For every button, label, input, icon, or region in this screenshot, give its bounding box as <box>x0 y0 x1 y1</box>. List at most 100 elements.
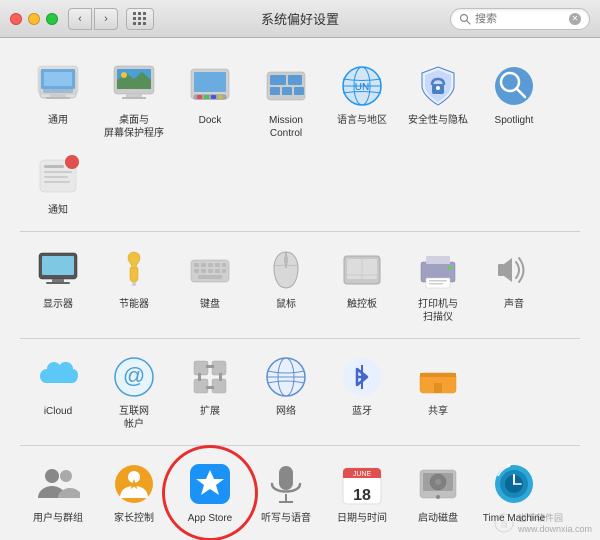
pref-sound[interactable]: 声音 <box>476 240 552 330</box>
pref-icloud[interactable]: iCloud <box>20 347 96 437</box>
search-input[interactable] <box>475 13 569 25</box>
pref-trackpad[interactable]: 触控板 <box>324 240 400 330</box>
accounts-icon: @ <box>110 353 158 401</box>
security-label: 安全性与隐私 <box>408 114 468 127</box>
sharing-label: 共享 <box>428 405 448 418</box>
search-clear-button[interactable]: ✕ <box>569 13 581 25</box>
parental-icon: ★ <box>110 460 158 508</box>
general-icon <box>34 62 82 110</box>
users-label: 用户与群组 <box>33 512 83 525</box>
sharing-icon <box>414 353 462 401</box>
search-box[interactable]: ✕ <box>450 8 590 30</box>
pref-dictation[interactable]: 听写与语音 <box>248 454 324 531</box>
watermark-site: 当下软件园 <box>518 511 592 524</box>
pref-security[interactable]: 安全性与隐私 <box>400 56 476 146</box>
back-button[interactable]: ‹ <box>68 8 92 30</box>
window-title: 系统偏好设置 <box>261 9 339 28</box>
users-icon <box>34 460 82 508</box>
pref-network[interactable]: 网络 <box>248 347 324 437</box>
search-icon <box>459 13 471 25</box>
dock-icon <box>186 62 234 110</box>
minimize-button[interactable] <box>28 13 40 25</box>
spotlight-icon <box>490 62 538 110</box>
display-icon <box>34 246 82 294</box>
grid-icon <box>133 12 147 26</box>
mission-label: MissionControl <box>269 114 303 140</box>
printer-label: 打印机与扫描仪 <box>418 298 458 324</box>
pref-energy[interactable]: 节能器 <box>96 240 172 330</box>
keyboard-label: 键盘 <box>200 298 220 311</box>
security-icon <box>414 62 462 110</box>
pref-users[interactable]: 用户与群组 <box>20 454 96 531</box>
pref-startup[interactable]: 启动磁盘 <box>400 454 476 531</box>
pref-datetime[interactable]: 18 JUNE 日期与时间 <box>324 454 400 531</box>
bluetooth-icon <box>338 353 386 401</box>
hardware-section: 显示器 节能器 <box>20 232 580 339</box>
network-icon <box>262 353 310 401</box>
dictation-label: 听写与语音 <box>261 512 311 525</box>
internet-section: iCloud @ 互联网帐户 <box>20 339 580 446</box>
pref-mission[interactable]: MissionControl <box>248 56 324 146</box>
svg-text:18: 18 <box>353 487 371 504</box>
general-label: 通用 <box>48 114 68 127</box>
pref-notification[interactable]: 通知 <box>20 146 96 223</box>
pref-accounts[interactable]: @ 互联网帐户 <box>96 347 172 437</box>
dictation-icon <box>262 460 310 508</box>
trackpad-label: 触控板 <box>347 298 377 311</box>
pref-parental[interactable]: ★ 家长控制 <box>96 454 172 531</box>
pref-accessibility[interactable]: 辅助功能 <box>20 531 96 540</box>
mouse-label: 鼠标 <box>276 298 296 311</box>
timemachine-icon <box>490 460 538 508</box>
spotlight-label: Spotlight <box>495 114 534 127</box>
printer-icon <box>414 246 462 294</box>
svg-text:当: 当 <box>500 519 508 529</box>
accounts-label: 互联网帐户 <box>119 405 149 431</box>
watermark: 当 当下软件园 www.downxia.com <box>494 511 592 534</box>
pref-appstore[interactable]: App Store <box>172 454 248 531</box>
titlebar: ‹ › 系统偏好设置 ✕ <box>0 0 600 38</box>
dock-label: Dock <box>199 114 222 127</box>
sound-icon <box>490 246 538 294</box>
grid-view-button[interactable] <box>126 8 154 30</box>
notification-label: 通知 <box>48 204 68 217</box>
pref-extensions[interactable]: 扩展 <box>172 347 248 437</box>
pref-language[interactable]: UN 语言与地区 <box>324 56 400 146</box>
personal-section: 通用 桌面与屏幕保护程序 <box>20 48 580 232</box>
extensions-label: 扩展 <box>200 405 220 418</box>
svg-text:@: @ <box>123 363 145 388</box>
pref-display[interactable]: 显示器 <box>20 240 96 330</box>
startup-icon <box>414 460 462 508</box>
pref-printer[interactable]: 打印机与扫描仪 <box>400 240 476 330</box>
pref-general[interactable]: 通用 <box>20 56 96 146</box>
energy-icon <box>110 246 158 294</box>
parental-label: 家长控制 <box>114 512 154 525</box>
maximize-button[interactable] <box>46 13 58 25</box>
pref-dock[interactable]: Dock <box>172 56 248 146</box>
icloud-icon <box>34 353 82 401</box>
pref-mouse[interactable]: 鼠标 <box>248 240 324 330</box>
energy-label: 节能器 <box>119 298 149 311</box>
watermark-url: www.downxia.com <box>518 524 592 534</box>
datetime-icon: 18 JUNE <box>338 460 386 508</box>
pref-keyboard[interactable]: 键盘 <box>172 240 248 330</box>
pref-desktop[interactable]: 桌面与屏幕保护程序 <box>96 56 172 146</box>
mouse-icon <box>262 246 310 294</box>
pref-spotlight[interactable]: Spotlight <box>476 56 552 146</box>
appstore-label: App Store <box>188 512 232 525</box>
keyboard-icon <box>186 246 234 294</box>
bluetooth-label: 蓝牙 <box>352 405 372 418</box>
svg-text:JUNE: JUNE <box>353 471 372 478</box>
datetime-label: 日期与时间 <box>337 512 387 525</box>
startup-label: 启动磁盘 <box>418 512 458 525</box>
pref-sharing[interactable]: 共享 <box>400 347 476 437</box>
preferences-content: 通用 桌面与屏幕保护程序 <box>0 38 600 540</box>
close-button[interactable] <box>10 13 22 25</box>
forward-button[interactable]: › <box>94 8 118 30</box>
language-label: 语言与地区 <box>337 114 387 127</box>
display-label: 显示器 <box>43 298 73 311</box>
appstore-icon <box>186 460 234 508</box>
pref-bluetooth[interactable]: 蓝牙 <box>324 347 400 437</box>
language-icon: UN <box>338 62 386 110</box>
desktop-label: 桌面与屏幕保护程序 <box>104 114 164 140</box>
trackpad-icon <box>338 246 386 294</box>
